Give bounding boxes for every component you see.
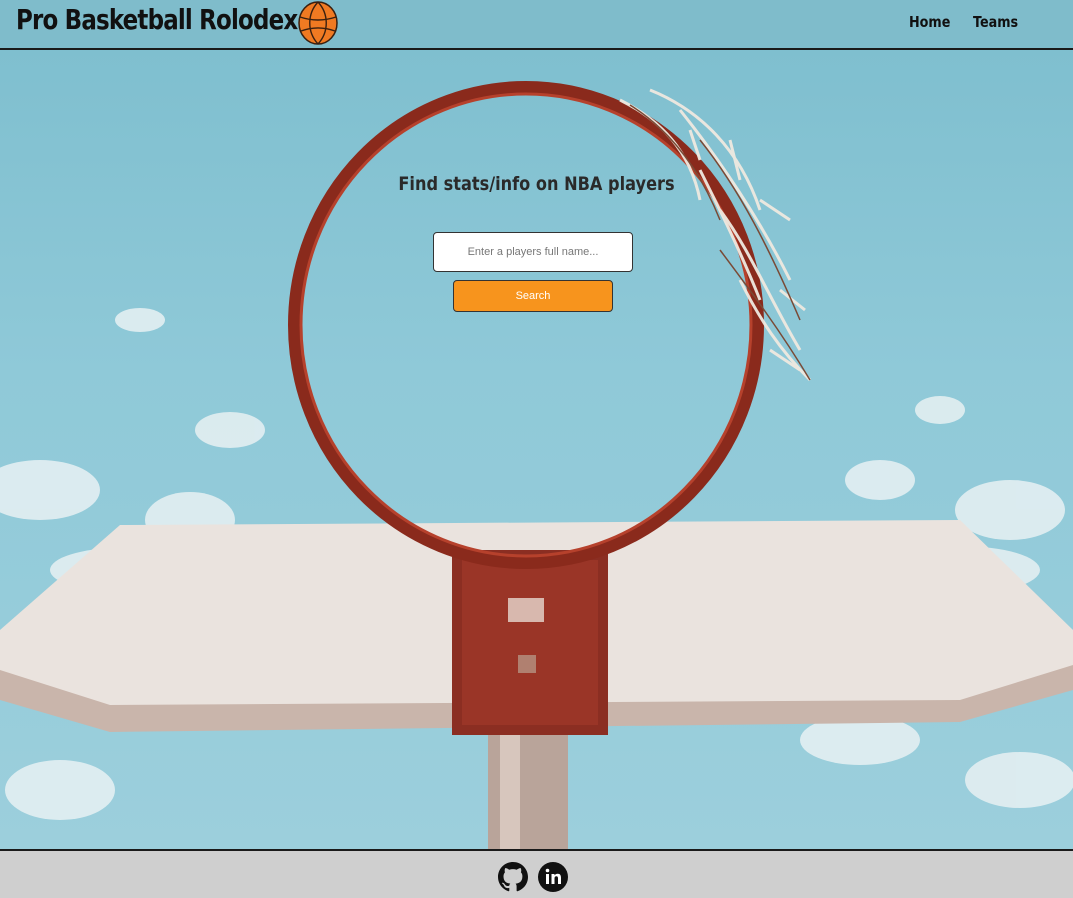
nav-teams-link[interactable]: Teams <box>973 13 1018 31</box>
player-search-input[interactable] <box>433 232 633 272</box>
search-heading: Find stats/info on NBA players <box>398 173 675 195</box>
site-title[interactable]: Pro Basketball Rolodex <box>16 3 298 36</box>
site-footer <box>0 849 1073 898</box>
hero-background <box>0 50 1073 849</box>
basketball-icon <box>298 1 338 45</box>
site-header: Pro Basketball Rolodex Home Teams <box>0 0 1073 50</box>
search-button[interactable]: Search <box>453 280 613 312</box>
github-icon[interactable] <box>497 861 529 893</box>
linkedin-icon[interactable] <box>538 862 568 892</box>
nav-home-link[interactable]: Home <box>909 13 950 31</box>
basketball-hoop-image <box>0 81 1073 849</box>
